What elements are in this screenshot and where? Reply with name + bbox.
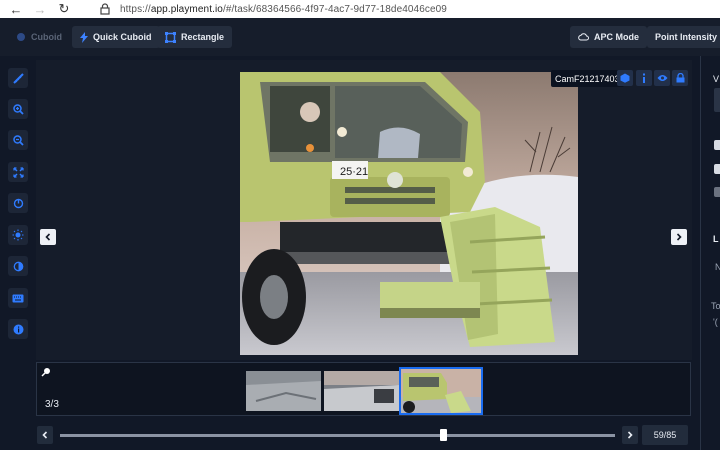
previous-camera-button[interactable] — [40, 229, 56, 245]
cloud-icon — [578, 33, 589, 41]
thumbnail-strip: 3/3 — [36, 362, 691, 416]
lightning-icon — [80, 31, 88, 43]
next-camera-button[interactable] — [671, 229, 687, 245]
browser-bar: ← → ↻ https://app.playment.io/#/task/683… — [0, 0, 720, 18]
chevron-right-icon — [627, 431, 633, 439]
camera-info-button[interactable] — [636, 70, 652, 86]
apc-mode-button[interactable]: APC Mode — [570, 26, 647, 48]
chevron-left-icon — [42, 431, 48, 439]
chevron-left-icon — [45, 233, 51, 241]
cuboid-view-button[interactable] — [617, 70, 633, 86]
top-toolbar: Cuboid Quick Cuboid Rectangle APC Mode P… — [0, 18, 720, 56]
panel-text-partial: To — [711, 301, 720, 311]
eye-icon — [657, 75, 667, 81]
info-icon — [643, 73, 645, 83]
camera-label: CamF21217403 — [551, 70, 624, 87]
thumbnail-item[interactable] — [324, 371, 399, 411]
zoom-in-icon — [12, 103, 24, 115]
panel-section-partial: L — [713, 234, 719, 244]
rectangle-button[interactable]: Rectangle — [157, 26, 233, 48]
power-icon — [13, 198, 23, 208]
lock-camera-button[interactable] — [672, 70, 688, 86]
panel-text-partial: N — [715, 262, 720, 272]
lock-icon — [676, 73, 684, 83]
magnifier-icon[interactable] — [41, 367, 51, 377]
panel-heading-partial: V — [713, 74, 720, 84]
info-button[interactable] — [8, 319, 28, 339]
url-text: https://app.playment.io/#/task/68364566-… — [120, 3, 447, 15]
timeline-bar: 59/85 — [0, 420, 720, 450]
keyboard-shortcuts-button[interactable] — [8, 288, 28, 308]
ruler-icon — [12, 72, 24, 84]
thumbnail-item-active[interactable] — [399, 367, 483, 415]
rectangle-icon — [165, 31, 176, 43]
zoom-in-button[interactable] — [8, 99, 28, 119]
quick-cuboid-button[interactable]: Quick Cuboid — [72, 26, 160, 48]
timeline-slider-handle[interactable] — [439, 429, 447, 441]
panel-field[interactable] — [714, 88, 720, 112]
sun-icon — [12, 229, 24, 241]
panel-text-partial: '( — [713, 317, 718, 327]
reload-icon[interactable]: ↻ — [56, 1, 72, 17]
contrast-button[interactable] — [8, 256, 28, 276]
truck-photo: 25·21 — [240, 72, 578, 355]
previous-frame-button[interactable] — [37, 426, 53, 444]
frame-counter: 59/85 — [642, 425, 688, 445]
cuboid-button[interactable]: Cuboid — [8, 26, 70, 48]
thumbnail-item[interactable] — [246, 371, 321, 411]
address-bar[interactable]: https://app.playment.io/#/task/68364566-… — [98, 0, 447, 18]
visibility-toggle-button[interactable] — [654, 70, 670, 86]
contrast-icon — [13, 261, 23, 271]
measure-tool-button[interactable] — [8, 68, 28, 88]
next-frame-button[interactable] — [622, 426, 638, 444]
cube-icon — [16, 32, 26, 42]
rotate-button[interactable] — [8, 193, 28, 213]
panel-checkbox[interactable] — [714, 164, 720, 174]
svg-text:25·21: 25·21 — [340, 166, 368, 178]
point-intensity-toggle[interactable]: Point Intensity — [647, 26, 720, 48]
right-side-panel: V L N To '( — [700, 56, 720, 450]
chevron-right-icon — [676, 233, 682, 241]
zoom-out-icon — [12, 134, 24, 146]
cube-icon — [620, 73, 630, 83]
zoom-out-button[interactable] — [8, 130, 28, 150]
panel-checkbox[interactable] — [714, 140, 720, 150]
info-icon — [13, 324, 23, 334]
back-arrow-icon[interactable]: ← — [8, 1, 24, 17]
expand-icon — [12, 166, 24, 178]
lock-icon — [100, 3, 110, 15]
brightness-button[interactable] — [8, 225, 28, 245]
panel-checkbox[interactable] — [714, 187, 720, 197]
timeline-track[interactable] — [60, 434, 615, 437]
forward-arrow-icon[interactable]: → — [32, 1, 48, 17]
thumbnail-counter: 3/3 — [45, 399, 59, 410]
keyboard-icon — [12, 294, 24, 302]
camera-image[interactable]: 25·21 — [240, 72, 578, 355]
fit-screen-button[interactable] — [8, 162, 28, 182]
left-tool-sidebar — [0, 56, 36, 420]
